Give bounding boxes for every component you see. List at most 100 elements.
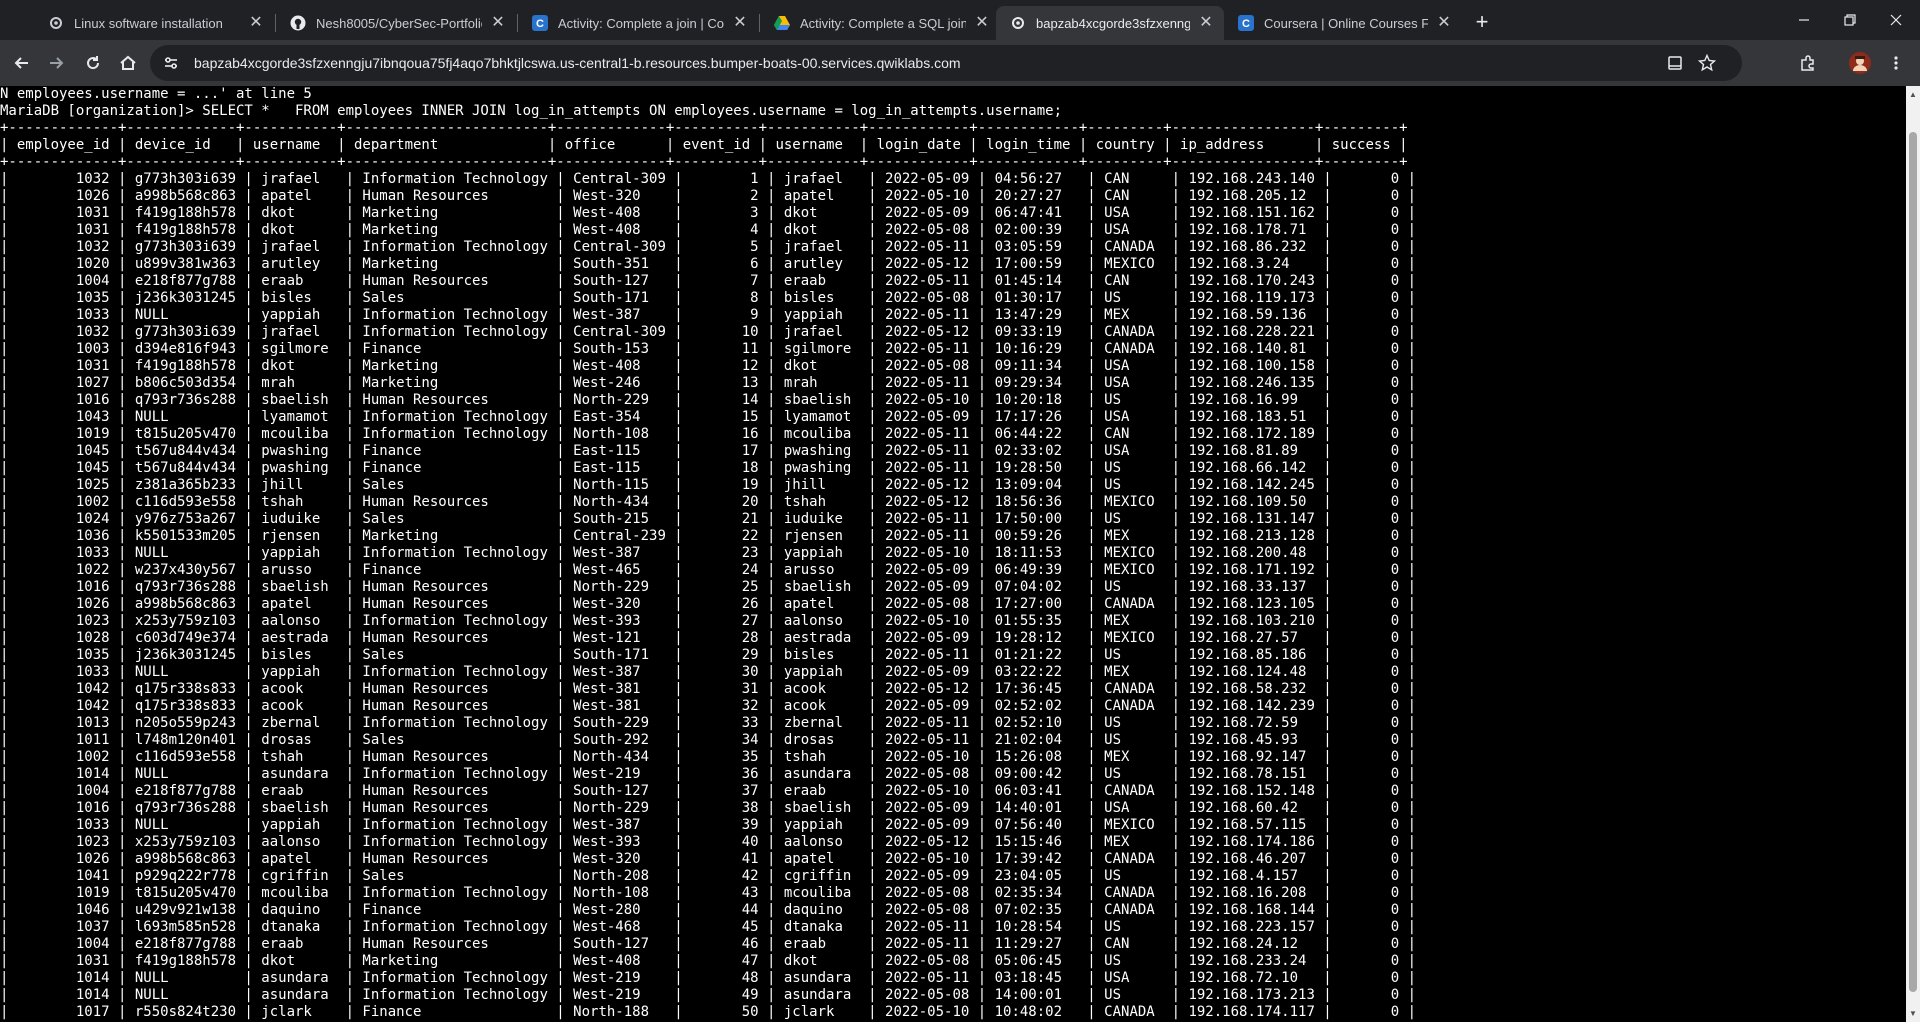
bookmark-star-icon[interactable]: [1697, 53, 1717, 72]
terminal-output[interactable]: N employees.username = ...' at line 5 Mar…: [0, 86, 1906, 1022]
table-row: | 1042 | q175r338s833 | acook | Human Re…: [0, 681, 1417, 697]
tab-activity-sql-join-drive[interactable]: Activity: Complete a SQL join | C ✕: [760, 6, 1000, 40]
svg-text:C: C: [536, 18, 544, 30]
table-row: | 1033 | NULL | yappiah | Information Te…: [0, 664, 1417, 680]
restore-icon[interactable]: [1827, 0, 1873, 40]
forward-arrow-icon[interactable]: [40, 47, 72, 79]
scroll-down-icon[interactable]: ▼: [1909, 1009, 1917, 1018]
new-tab-icon[interactable]: +: [1468, 8, 1496, 36]
table-row: | 1004 | e218f877g788 | eraab | Human Re…: [0, 783, 1417, 799]
table-row: | 1027 | b806c503d354 | mrah | Marketing…: [0, 375, 1417, 391]
table-row: | 1033 | NULL | yappiah | Information Te…: [0, 545, 1417, 561]
tab-title: Activity: Complete a join | Cour: [558, 15, 724, 31]
table-row: | 1020 | u899v381w363 | arutley | Market…: [0, 256, 1417, 272]
vertical-scrollbar[interactable]: ▲ ▼: [1906, 86, 1920, 1022]
svg-text:C: C: [1242, 18, 1250, 30]
gear-icon: [48, 15, 64, 31]
table-row: | 1032 | g773h303i639 | jrafael | Inform…: [0, 324, 1417, 340]
table-row: | 1002 | c116d593e558 | tshah | Human Re…: [0, 494, 1417, 510]
scroll-up-icon[interactable]: ▲: [1909, 90, 1917, 99]
table-row: | 1042 | q175r338s833 | acook | Human Re…: [0, 698, 1417, 714]
table-row: | 1003 | d394e816f943 | sgilmore | Finan…: [0, 341, 1417, 357]
close-tab-icon[interactable]: ✕: [490, 15, 506, 31]
table-row: | 1004 | e218f877g788 | eraab | Human Re…: [0, 273, 1417, 289]
address-bar[interactable]: bapzab4xcgorde3sfzxenngju7ibnqoua75fj4aq…: [150, 45, 1742, 81]
table-row: | 1035 | j236k3031245 | bisles | Sales |…: [0, 290, 1417, 306]
table-row: | 1002 | c116d593e558 | tshah | Human Re…: [0, 749, 1417, 765]
table-row: | 1016 | q793r736s288 | sbaelish | Human…: [0, 579, 1417, 595]
sql-command-line: MariaDB [organization]> SELECT * FROM em…: [0, 103, 1063, 119]
table-row: | 1041 | p929q222r778 | cgriffin | Sales…: [0, 868, 1417, 884]
table-row: | 1031 | f419g188h578 | dkot | Marketing…: [0, 222, 1417, 238]
table-row: | 1004 | e218f877g788 | eraab | Human Re…: [0, 936, 1417, 952]
table-row: | 1019 | t815u205v470 | mcouliba | Infor…: [0, 885, 1417, 901]
tab-title: Nesh8005/CyberSec-Portfolio: [: [316, 15, 482, 31]
table-row: | 1026 | a998b568c863 | apatel | Human R…: [0, 596, 1417, 612]
close-tab-icon[interactable]: ✕: [1198, 15, 1214, 31]
gear-icon: [1010, 15, 1026, 31]
tab-activity-join-coursera[interactable]: C Activity: Complete a join | Cour ✕: [518, 6, 758, 40]
tab-title: Coursera | Online Courses From: [1264, 15, 1428, 31]
tab-title: Activity: Complete a SQL join | C: [800, 15, 966, 31]
browser-toolbar: bapzab4xcgorde3sfzxenngju7ibnqoua75fj4aq…: [0, 40, 1920, 86]
table-row: | 1045 | t567u844v434 | pwashing | Finan…: [0, 443, 1417, 459]
table-row: | 1022 | w237x430y567 | arusso | Finance…: [0, 562, 1417, 578]
table-row: | 1031 | f419g188h578 | dkot | Marketing…: [0, 358, 1417, 374]
table-row: | 1019 | t815u205v470 | mcouliba | Infor…: [0, 426, 1417, 442]
table-row: | 1045 | t567u844v434 | pwashing | Finan…: [0, 460, 1417, 476]
table-border-line: +-------------+-------------+-----------…: [0, 154, 1408, 170]
error-message-line: N employees.username = ...' at line 5: [0, 86, 312, 102]
table-row: | 1013 | n205o559p243 | zbernal | Inform…: [0, 715, 1417, 731]
home-icon[interactable]: [112, 47, 144, 79]
table-row: | 1025 | z381a365b233 | jhill | Sales | …: [0, 477, 1417, 493]
table-row: | 1046 | u429v921w138 | daquino | Financ…: [0, 902, 1417, 918]
table-row: | 1011 | l748m120n401 | drosas | Sales |…: [0, 732, 1417, 748]
table-row: | 1035 | j236k3031245 | bisles | Sales |…: [0, 647, 1417, 663]
close-tab-icon[interactable]: ✕: [1436, 15, 1452, 31]
close-tab-icon[interactable]: ✕: [732, 15, 748, 31]
page-bottom-strip: [0, 1022, 1906, 1032]
install-app-icon[interactable]: [1666, 54, 1684, 72]
table-row: | 1026 | a998b568c863 | apatel | Human R…: [0, 851, 1417, 867]
extensions-icon[interactable]: [1792, 47, 1824, 79]
table-row: | 1016 | q793r736s288 | sbaelish | Human…: [0, 800, 1417, 816]
tab-qwiklabs-active[interactable]: bapzab4xcgorde3sfzxenngju7ib ✕: [996, 6, 1224, 40]
window-close-icon[interactable]: [1873, 0, 1919, 40]
table-row: | 1033 | NULL | yappiah | Information Te…: [0, 817, 1417, 833]
more-menu-icon[interactable]: [1880, 47, 1912, 79]
table-row: | 1023 | x253y759z103 | aalonso | Inform…: [0, 613, 1417, 629]
minimize-icon[interactable]: [1781, 0, 1827, 40]
close-tab-icon[interactable]: ✕: [248, 15, 264, 31]
coursera-icon: C: [532, 15, 548, 31]
tab-coursera-home[interactable]: C Coursera | Online Courses From ✕: [1224, 6, 1462, 40]
table-row: | 1026 | a998b568c863 | apatel | Human R…: [0, 188, 1417, 204]
reload-icon[interactable]: [77, 47, 109, 79]
tab-linux-software-installation[interactable]: Linux software installation ✕: [34, 6, 274, 40]
back-arrow-icon[interactable]: [6, 47, 38, 79]
terminal-text: N employees.username = ...' at line 5 Mar…: [0, 86, 1416, 1021]
table-row: | 1028 | c603d749e374 | aestrada | Human…: [0, 630, 1417, 646]
github-icon: [290, 15, 306, 31]
table-row: | 1014 | NULL | asundara | Information T…: [0, 766, 1417, 782]
url-text: bapzab4xcgorde3sfzxenngju7ibnqoua75fj4aq…: [194, 55, 961, 71]
table-row: | 1037 | l693m585n528 | dtanaka | Inform…: [0, 919, 1417, 935]
coursera-icon: C: [1238, 15, 1254, 31]
table-row: | 1031 | f419g188h578 | dkot | Marketing…: [0, 205, 1417, 221]
tab-strip: Linux software installation ✕ Nesh8005/C…: [0, 0, 1920, 40]
close-tab-icon[interactable]: ✕: [974, 15, 990, 31]
tab-title: bapzab4xcgorde3sfzxenngju7ib: [1036, 15, 1190, 31]
table-row: | 1031 | f419g188h578 | dkot | Marketing…: [0, 953, 1417, 969]
tab-title: Linux software installation: [74, 15, 223, 31]
table-row: | 1033 | NULL | yappiah | Information Te…: [0, 307, 1417, 323]
tab-github-portfolio[interactable]: Nesh8005/CyberSec-Portfolio: [ ✕: [276, 6, 516, 40]
table-header-row: | employee_id | device_id | username | d…: [0, 137, 1408, 153]
site-info-icon[interactable]: [162, 54, 180, 72]
table-row: | 1017 | r550s824t230 | jclark | Finance…: [0, 1004, 1417, 1020]
scrollbar-thumb[interactable]: [1909, 132, 1917, 992]
table-row: | 1023 | x253y759z103 | aalonso | Inform…: [0, 834, 1417, 850]
avatar[interactable]: [1844, 47, 1876, 79]
table-row: | 1014 | NULL | asundara | Information T…: [0, 970, 1417, 986]
table-border-line: +-------------+-------------+-----------…: [0, 120, 1408, 136]
table-row: | 1032 | g773h303i639 | jrafael | Inform…: [0, 171, 1417, 187]
google-drive-icon: [774, 15, 790, 31]
